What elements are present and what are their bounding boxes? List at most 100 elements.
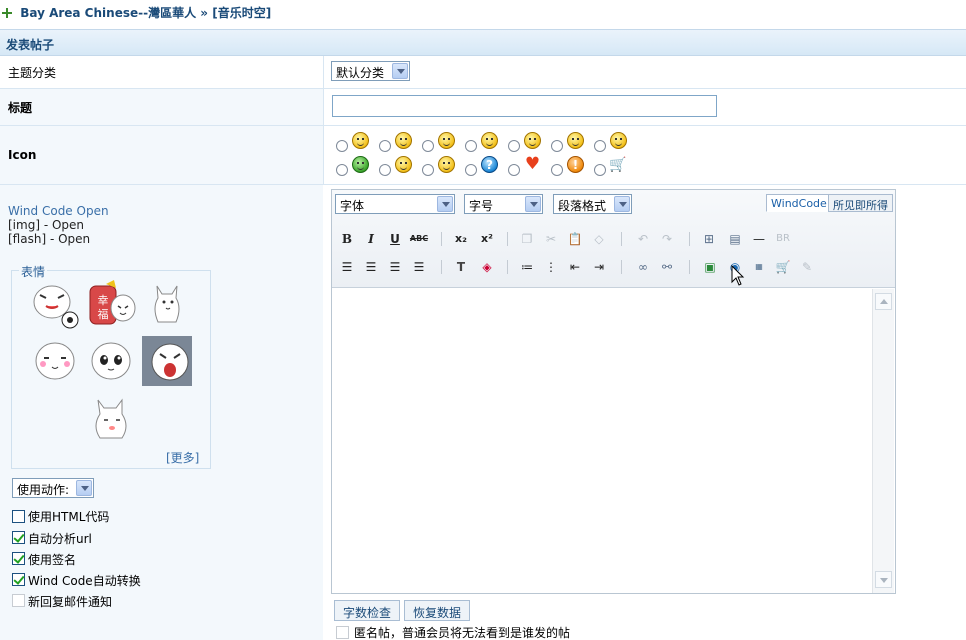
superscript-button[interactable]: x² — [478, 230, 496, 248]
ordered-list-icon[interactable]: ≔ — [518, 258, 536, 276]
insert-page-icon[interactable]: ⊞ — [700, 230, 718, 248]
flash-status: [flash] - Open — [8, 232, 91, 246]
icon-label: Icon — [8, 148, 37, 162]
html-code-checkbox[interactable] — [12, 510, 25, 523]
tab-wysiwyg[interactable]: 所见即所得 — [828, 194, 893, 212]
action-select[interactable]: 使用动作: — [12, 478, 94, 498]
edit-icon[interactable]: ✎ — [798, 258, 816, 276]
word-count-button[interactable]: 字数检查 — [334, 600, 401, 621]
icon-radio-11[interactable] — [465, 164, 477, 176]
wind-code-status[interactable]: Wind Code Open — [8, 204, 109, 218]
size-select[interactable]: 字号 — [464, 194, 543, 214]
category-label: 主题分类 — [8, 65, 57, 80]
scroll-up-icon[interactable] — [875, 293, 892, 310]
paste-icon[interactable]: 📋 — [566, 230, 584, 248]
icon-radio-8[interactable] — [336, 164, 348, 176]
breadcrumb-forum[interactable]: [音乐时空] — [212, 6, 271, 20]
signature-checkbox[interactable] — [12, 552, 25, 565]
link-icon[interactable]: ∞ — [634, 258, 652, 276]
sticker-cat-blush[interactable] — [30, 336, 80, 386]
restore-data-button[interactable]: 恢复数据 — [404, 600, 471, 621]
cut-icon[interactable]: ✂ — [542, 230, 560, 248]
sticker-cat-back[interactable] — [86, 392, 136, 442]
chevron-down-icon — [525, 196, 541, 212]
subscript-button[interactable]: x₂ — [452, 230, 470, 248]
windcode-convert-label: Wind Code自动转换 — [28, 574, 141, 588]
sticker-cat-sit[interactable] — [142, 280, 192, 330]
outdent-icon[interactable]: ⇤ — [566, 258, 584, 276]
icon-radio-7[interactable] — [594, 140, 606, 152]
icon-radio-2[interactable] — [379, 140, 391, 152]
indent-icon[interactable]: ⇥ — [590, 258, 608, 276]
icon-radio-12[interactable] — [508, 164, 520, 176]
icon-radio-5[interactable] — [508, 140, 520, 152]
sick-icon — [352, 156, 369, 173]
question-icon: ? — [481, 156, 498, 173]
title-row: 标题 — [0, 89, 966, 126]
sticker-cat-eyes[interactable] — [86, 336, 136, 386]
text-color-icon[interactable]: T — [452, 258, 470, 276]
cart-icon: 🛒 — [609, 157, 627, 173]
copy-icon[interactable]: ❐ — [518, 230, 536, 248]
reply-email-checkbox[interactable] — [12, 594, 25, 607]
horizontal-rule-icon[interactable]: — — [750, 230, 768, 248]
chevron-down-icon — [392, 63, 408, 79]
scroll-down-icon[interactable] — [875, 571, 892, 588]
strikethrough-button[interactable]: ABC — [408, 230, 430, 248]
sticker-cat-shout[interactable] — [142, 336, 192, 386]
icon-radio-1[interactable] — [336, 140, 348, 152]
image-icon[interactable]: ▣ — [701, 258, 719, 276]
expand-icon[interactable] — [2, 8, 12, 18]
editor-scrollbar[interactable] — [872, 289, 894, 593]
unordered-list-icon[interactable]: ⋮ — [542, 258, 560, 276]
sticker-soccer[interactable] — [30, 280, 80, 330]
signature-label: 使用签名 — [28, 553, 77, 567]
italic-button[interactable]: I — [362, 230, 380, 248]
icon-radio-6[interactable] — [551, 140, 563, 152]
category-row: 主题分类 — [0, 56, 966, 89]
icon-radio-13[interactable] — [551, 164, 563, 176]
bold-button[interactable]: B — [338, 230, 356, 248]
background-color-icon[interactable]: ◈ — [478, 258, 496, 276]
shy-icon — [395, 156, 412, 173]
category-select[interactable]: 默认分类 — [331, 61, 410, 81]
align-left-icon[interactable]: ☰ — [338, 258, 356, 276]
breadcrumb-separator: » — [200, 6, 209, 20]
windcode-convert-checkbox[interactable] — [12, 573, 25, 586]
icon-radio-9[interactable] — [379, 164, 391, 176]
more-smilies-link[interactable]: [更多] — [166, 449, 199, 466]
page-break-icon[interactable]: ▤ — [726, 230, 744, 248]
tab-windcode[interactable]: WindCode — [766, 194, 832, 212]
wink-icon — [438, 132, 455, 149]
editor-textarea[interactable] — [332, 289, 872, 593]
anonymous-checkbox[interactable] — [336, 626, 349, 639]
icon-radio-14[interactable] — [594, 164, 606, 176]
format-select[interactable]: 段落格式 — [553, 194, 632, 214]
cart-icon[interactable]: 🛒 — [774, 258, 792, 276]
unlink-icon[interactable]: ⚯ — [658, 258, 676, 276]
redo-icon[interactable]: ↷ — [658, 230, 676, 248]
icon-radio-10[interactable] — [422, 164, 434, 176]
chevron-down-icon — [437, 196, 453, 212]
eraser-icon[interactable]: ◇ — [590, 230, 608, 248]
icon-radio-3[interactable] — [422, 140, 434, 152]
auto-url-checkbox[interactable] — [12, 531, 25, 544]
align-right-icon[interactable]: ☰ — [386, 258, 404, 276]
grin-icon — [395, 132, 412, 149]
breadcrumb-site[interactable]: Bay Area Chinese--灣區華人 — [20, 6, 196, 20]
underline-button[interactable]: U — [386, 230, 404, 248]
heart-icon: ♥ — [524, 154, 541, 174]
sticker-fortune[interactable]: 幸 福 — [86, 280, 136, 330]
br-button[interactable]: BR — [774, 230, 792, 248]
align-center-icon[interactable]: ☰ — [362, 258, 380, 276]
justify-icon[interactable]: ☰ — [410, 258, 428, 276]
font-select-value: 字体 — [340, 199, 365, 213]
title-input[interactable] — [332, 95, 717, 117]
img-status: [img] - Open — [8, 218, 85, 232]
icon-radio-4[interactable] — [465, 140, 477, 152]
smilies-legend: 表情 — [19, 263, 48, 280]
undo-icon[interactable]: ↶ — [634, 230, 652, 248]
table-icon[interactable]: ▦ — [750, 258, 768, 276]
font-select[interactable]: 字体 — [335, 194, 455, 214]
warning-icon: ! — [567, 156, 584, 173]
